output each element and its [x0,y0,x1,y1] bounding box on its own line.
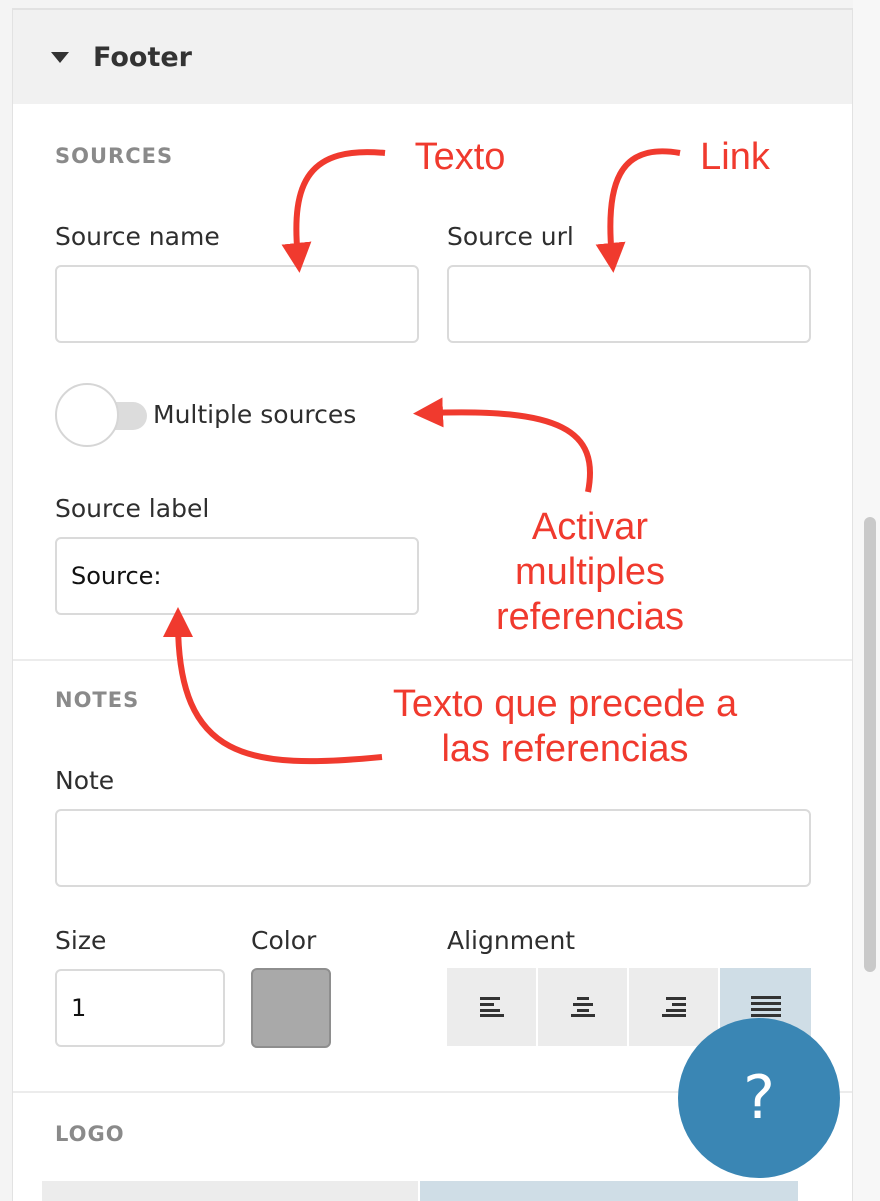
align-right-icon [661,997,686,1017]
source-url-label: Source url [447,222,574,251]
annotation-activar: Activar multiples referencias [470,505,710,639]
annotation-precede-line2: las referencias [441,727,689,770]
annotation-texto: Texto [414,136,506,178]
note-input[interactable] [55,809,811,887]
source-name-label: Source name [55,222,220,251]
size-input[interactable]: 1 [55,969,225,1047]
annotation-link: Link [700,136,770,178]
annotation-precede-line1: Texto que precede a [392,683,738,725]
align-center-icon [570,997,595,1017]
annotation-activar-line3: referencias [496,595,684,638]
sources-heading: SOURCES [55,144,174,168]
align-justify-icon [750,996,781,1017]
section-title: Footer [93,41,192,73]
annotation-precede: Texto que precede a las referencias [355,682,775,772]
multiple-sources-label: Multiple sources [153,400,357,429]
settings-panel: Footer SOURCES Source name Source url Mu… [12,8,853,1201]
logo-option-right[interactable] [420,1181,798,1201]
source-name-input[interactable] [55,265,419,343]
align-center-button[interactable] [538,968,629,1046]
logo-option-left[interactable] [42,1181,418,1201]
align-left-icon [479,997,504,1017]
annotation-activar-line1: Activar [531,506,649,548]
toggle-knob [55,383,119,447]
footer-section-header[interactable]: Footer [13,10,852,104]
annotation-activar-line2: multiples [515,550,665,593]
help-button[interactable]: ? [678,1018,840,1178]
note-label: Note [55,766,115,795]
source-url-input[interactable] [447,265,811,343]
source-label-input[interactable]: Source: [55,537,419,615]
align-right-button[interactable] [629,968,720,1046]
divider [13,659,852,661]
logo-heading: LOGO [55,1122,125,1146]
source-label-label: Source label [55,494,210,523]
alignment-label: Alignment [447,926,576,955]
scrollbar[interactable] [864,517,876,972]
multiple-sources-toggle[interactable] [55,383,147,449]
caret-down-icon[interactable] [51,51,69,63]
size-label: Size [55,926,107,955]
color-label: Color [251,926,317,955]
align-left-button[interactable] [447,968,538,1046]
notes-heading: NOTES [55,688,140,712]
color-swatch[interactable] [251,968,331,1048]
